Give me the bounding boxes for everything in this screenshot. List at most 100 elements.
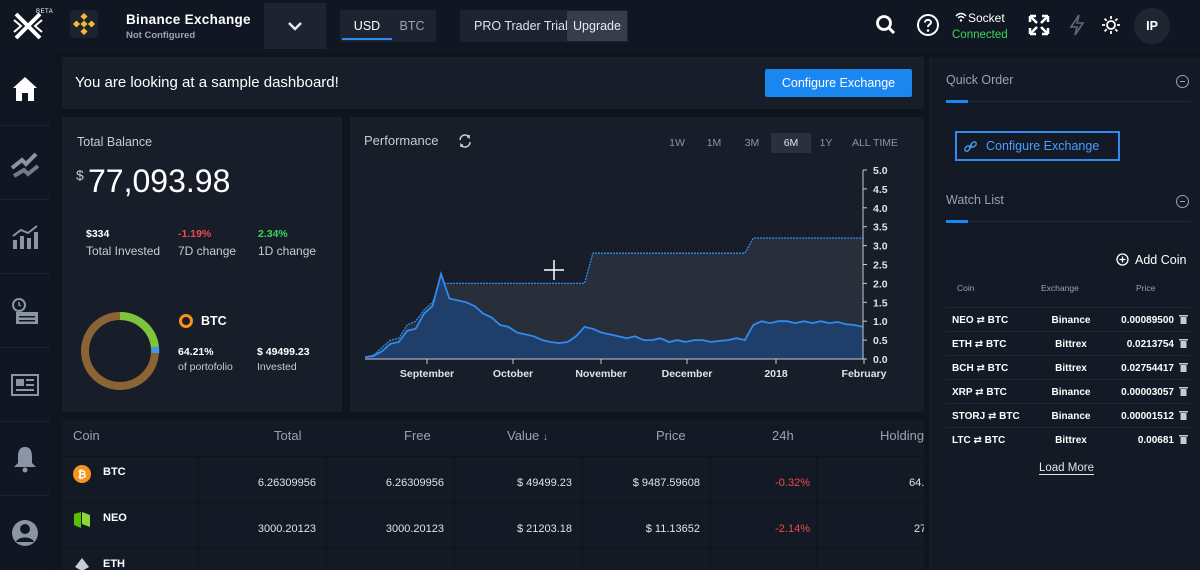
row-total: 6.26309956 xyxy=(257,477,316,489)
right-panel: Quick Order Configure Exchange Watch Lis… xyxy=(930,57,1200,570)
sidebar-item-trade[interactable] xyxy=(0,126,50,200)
range-1m[interactable]: 1M xyxy=(700,133,728,153)
watch-coin: ETH xyxy=(952,339,972,350)
search-icon[interactable] xyxy=(873,12,899,38)
row-24h-change: -2.14% xyxy=(775,523,810,535)
watch-list-row[interactable]: STORJ ⇄ BTC Binance 0.00001512 xyxy=(946,403,1190,426)
watch-coin: NEO xyxy=(952,315,974,326)
watch-base: BTC xyxy=(987,363,1009,374)
watch-list-row[interactable]: ETH ⇄ BTC Bittrex 0.0213754 xyxy=(946,331,1190,354)
currency-btc-button[interactable]: BTC xyxy=(390,10,434,42)
holdings-table: Coin Total Free Value ↓ Price 24h Holdin… xyxy=(62,420,924,570)
y-tick-label: 0.5 xyxy=(873,335,888,347)
help-icon[interactable] xyxy=(915,12,941,38)
sidebar-item-profile[interactable] xyxy=(0,496,50,570)
watch-list-row[interactable]: NEO ⇄ BTC Binance 0.00089500 xyxy=(946,307,1190,330)
trash-icon[interactable] xyxy=(1179,434,1188,444)
currency-usd-button[interactable]: USD xyxy=(342,10,392,40)
neo-coin-icon xyxy=(74,512,90,528)
y-tick-label: 1.5 xyxy=(873,297,888,309)
x-tick-label: November xyxy=(575,368,626,380)
column-total[interactable]: Total xyxy=(274,428,301,443)
watch-list-row[interactable]: XRP ⇄ BTC Binance 0.00003057 xyxy=(946,379,1190,402)
sidebar-item-analytics[interactable] xyxy=(0,200,50,274)
watch-list-row[interactable]: BCH ⇄ BTC Bittrex 0.02754417 xyxy=(946,355,1190,378)
column-holding[interactable]: Holding xyxy=(880,428,924,443)
sort-down-icon: ↓ xyxy=(542,432,548,443)
portfolio-donut-chart[interactable] xyxy=(80,311,160,391)
watch-pair: NEO ⇄ BTC xyxy=(952,315,1008,326)
row-coin: BTC xyxy=(103,466,126,478)
theme-sun-icon[interactable] xyxy=(1098,12,1124,38)
swap-icon: ⇄ xyxy=(975,387,984,398)
watch-price: 0.00001512 xyxy=(1121,411,1174,422)
divider xyxy=(946,101,1190,102)
column-price[interactable]: Price xyxy=(656,428,686,443)
load-more-link[interactable]: Load More xyxy=(1039,462,1094,475)
trash-icon[interactable] xyxy=(1179,386,1188,396)
trash-icon[interactable] xyxy=(1179,314,1188,324)
btc-coin-icon: ₿ xyxy=(73,465,91,483)
x-tick-label: February xyxy=(842,368,887,380)
exchange-dropdown-button[interactable] xyxy=(264,3,326,49)
sidebar-item-news[interactable] xyxy=(0,348,50,422)
exchange-selector[interactable]: Binance Exchange Not Configured xyxy=(62,2,262,48)
column-value[interactable]: Value ↓ xyxy=(507,428,548,443)
x-tick-label: September xyxy=(400,368,454,380)
row-total: 3000.20123 xyxy=(257,523,316,535)
user-avatar[interactable]: IP xyxy=(1134,8,1170,44)
y-tick-label: 4.5 xyxy=(873,184,888,196)
column-coin[interactable]: Coin xyxy=(73,428,100,443)
table-row[interactable]: NEO 3000.20123 3000.20123 $ 21203.18 $ 1… xyxy=(62,504,924,549)
range-all-time[interactable]: ALL TIME xyxy=(848,133,902,153)
socket-status: Socket Connected xyxy=(952,10,1016,44)
watch-pair: XRP ⇄ BTC xyxy=(952,387,1007,398)
trash-icon[interactable] xyxy=(1179,338,1188,348)
y-tick-label: 3.0 xyxy=(873,241,888,253)
range-1y[interactable]: 1Y xyxy=(816,133,836,153)
range-3m[interactable]: 3M xyxy=(737,133,767,153)
x-tick-label: 2018 xyxy=(764,368,788,380)
socket-status-text: Connected xyxy=(952,29,1008,41)
sidebar-item-alerts[interactable] xyxy=(0,422,50,496)
watch-pair: STORJ ⇄ BTC xyxy=(952,411,1020,422)
collapse-watch-list-icon[interactable] xyxy=(1176,195,1189,208)
row-holding: 64. xyxy=(909,477,924,489)
upgrade-button[interactable]: Upgrade xyxy=(567,11,627,41)
btc-coin-icon xyxy=(179,314,193,328)
row-coin: ETH xyxy=(103,558,125,570)
range-1w[interactable]: 1W xyxy=(665,133,689,153)
legend-percent-label: of portofolio xyxy=(178,361,233,373)
collapse-quick-order-icon[interactable] xyxy=(1176,75,1189,88)
lightning-icon[interactable] xyxy=(1064,12,1090,38)
x-tick-label: December xyxy=(662,368,713,380)
legend-invested: $ 49499.23 xyxy=(257,346,310,358)
sidebar-item-history[interactable] xyxy=(0,274,50,348)
performance-chart[interactable]: 5.0 4.5 4.0 3.5 3.0 2.5 2.0 1.5 1.0 0.5 0.0 Septemb… xyxy=(350,157,924,397)
refresh-icon[interactable] xyxy=(457,133,473,149)
swap-icon: ⇄ xyxy=(976,363,985,374)
watch-list-row[interactable]: LTC ⇄ BTC Bittrex 0.00681 xyxy=(946,427,1190,450)
table-row[interactable]: ETH xyxy=(62,550,924,570)
change-1d-value: 2.34% xyxy=(258,228,288,240)
trash-icon[interactable] xyxy=(1179,362,1188,372)
range-6m[interactable]: 6M xyxy=(771,133,811,153)
column-free[interactable]: Free xyxy=(404,428,431,443)
user-icon xyxy=(12,520,38,546)
watch-price: 0.00003057 xyxy=(1121,387,1174,398)
socket-label: Socket xyxy=(968,11,1005,25)
trash-icon[interactable] xyxy=(1179,410,1188,420)
watch-base: BTC xyxy=(999,411,1020,422)
sidebar-item-home[interactable] xyxy=(0,52,50,126)
table-row[interactable]: ₿ BTC 6.26309956 6.26309956 $ 49499.23 $… xyxy=(62,458,924,503)
y-tick-label: 2.5 xyxy=(873,260,888,272)
configure-exchange-button[interactable]: Configure Exchange xyxy=(765,69,912,97)
sample-dashboard-banner: You are looking at a sample dashboard! C… xyxy=(62,57,924,109)
quick-order-configure-button[interactable]: Configure Exchange xyxy=(955,131,1120,161)
top-bar: BETA Binance Exchange Not Configured USD… xyxy=(0,0,1200,52)
row-free: 3000.20123 xyxy=(385,523,444,535)
column-24h[interactable]: 24h xyxy=(772,428,794,443)
total-balance-amount: 77,093.98 xyxy=(88,163,231,199)
fullscreen-icon[interactable] xyxy=(1026,12,1052,38)
exchange-name: Binance Exchange xyxy=(126,12,251,27)
